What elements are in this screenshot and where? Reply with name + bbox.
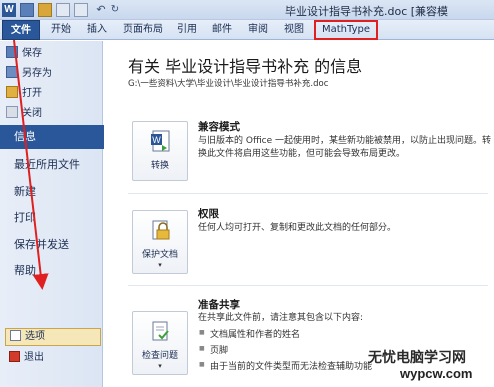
nav-save-send[interactable]: 保存并发送 [0,233,103,257]
list-item: 文档属性和作者的姓名 [199,327,300,340]
tab-mathtype[interactable]: MathType [314,20,378,40]
lock-icon [152,220,170,240]
tab-page-layout[interactable]: 页面布局 [118,20,168,40]
edit-icon[interactable] [74,3,88,17]
compat-desc-line2: 换此文件将启用这些功能，但可能会导致布局更改。 [198,149,406,159]
nav-exit-label: 退出 [24,352,44,363]
nav-save-as-label: 另存为 [22,68,52,79]
info-pane: 有关 毕业设计指导书补充 的信息 G:\一些资料\大学\毕业设计\毕业设计指导书… [104,41,494,387]
chevron-down-icon: ▾ [158,362,162,370]
nav-print[interactable]: 打印 [0,206,103,230]
tab-insert[interactable]: 插入 [82,20,112,40]
check-issues-button[interactable]: 检查问题 ▾ [132,311,188,375]
permissions-desc: 任何人均可打开、复制和更改此文档的任何部分。 [198,223,397,233]
nav-info[interactable]: 信息 [0,125,110,149]
chevron-down-icon: ▾ [158,261,162,269]
nav-save-label: 保存 [22,48,42,59]
nav-new[interactable]: 新建 [0,180,103,204]
tab-view[interactable]: 视图 [279,20,309,40]
nav-save[interactable]: 保存 [6,45,42,63]
convert-button[interactable]: W 转换 [132,121,188,181]
convert-button-label: 转换 [150,161,169,171]
tab-mailings[interactable]: 邮件 [207,20,237,40]
open-folder-icon [6,86,18,98]
page-title: 有关 毕业设计指导书补充 的信息 [128,57,363,76]
backstage-nav: 保存 另存为 打开 关闭 信息 最近所用文件 新建 打印 保存并发送 帮助 选项… [0,41,110,387]
save-as-icon [6,66,18,78]
nav-close[interactable]: 关闭 [6,105,42,123]
options-icon [10,330,21,341]
undo-icon[interactable]: ↶ [94,3,108,17]
tab-home[interactable]: 开始 [46,20,76,40]
nav-options-label: 选项 [25,331,45,342]
nav-options[interactable]: 选项 [5,328,101,346]
watermark-text: 无忧电脑学习网 [368,350,466,366]
permissions-title: 权限 [198,208,219,220]
watermark-url: wypcw.com [400,366,473,381]
check-issues-label: 检查问题 [141,351,178,361]
word-logo-icon[interactable]: W [2,3,16,17]
nav-exit[interactable]: 退出 [9,350,44,366]
nav-open[interactable]: 打开 [6,85,42,103]
prepare-title: 准备共享 [198,299,240,311]
window-title: 毕业设计指导书补充.doc [兼容模 [285,5,449,18]
redo-icon[interactable]: ↻ [108,3,122,17]
title-bar: W ↶ ↻ 毕业设计指导书补充.doc [兼容模 [0,0,494,20]
save-icon [6,46,18,58]
divider [128,285,488,286]
protect-document-label: 保护文档 [141,250,178,260]
compat-title: 兼容模式 [198,121,240,133]
save-icon[interactable] [20,3,34,17]
divider [128,193,488,194]
close-file-icon [6,106,18,118]
tab-review[interactable]: 审阅 [243,20,273,40]
check-document-icon [152,321,169,341]
word-backstage-window: W ↶ ↻ 毕业设计指导书补充.doc [兼容模 文件 开始 插入 页面布局 引… [0,0,494,387]
list-item: 由于当前的文件类型而无法检查辅助功能 [199,359,372,372]
prepare-desc: 在共享此文件前，请注意其包含以下内容: [198,313,364,323]
compat-section: W 转换 兼容模式 与旧版本的 Office 一起使用时，某些新功能被禁用，以防… [128,119,494,189]
protect-document-button[interactable]: 保护文档 ▾ [132,210,188,274]
tab-file[interactable]: 文件 [2,20,40,40]
list-item: 页脚 [199,343,228,356]
nav-recent[interactable]: 最近所用文件 [0,153,103,177]
nav-open-label: 打开 [22,88,42,99]
open-folder-icon[interactable] [38,3,52,17]
nav-close-label: 关闭 [22,108,42,119]
nav-help[interactable]: 帮助 [0,259,103,283]
ribbon-tab-bar: 文件 开始 插入 页面布局 引用 邮件 审阅 视图 MathType [0,20,494,40]
compat-desc-line1: 与旧版本的 Office 一起使用时，某些新功能被禁用，以防止出现问题。转 [198,136,491,146]
svg-text:W: W [152,135,161,145]
tab-references[interactable]: 引用 [172,20,202,40]
file-path: G:\一些资料\大学\毕业设计\毕业设计指导书补充.doc [128,79,329,89]
permissions-section: 保护文档 ▾ 权限 任何人均可打开、复制和更改此文档的任何部分。 [128,206,494,286]
print-preview-icon[interactable] [56,3,70,17]
nav-save-as[interactable]: 另存为 [6,65,52,83]
exit-icon [9,351,20,362]
convert-icon: W [151,130,170,152]
